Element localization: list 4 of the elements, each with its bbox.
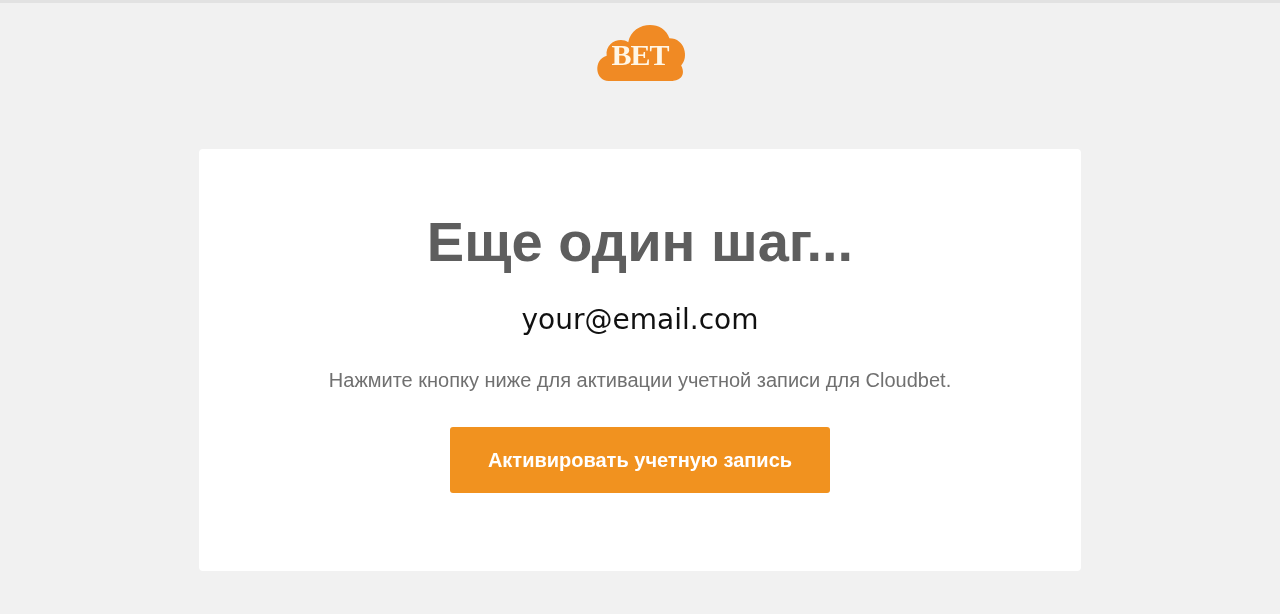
email-address: your@email.com bbox=[521, 303, 759, 337]
heading: Еще один шаг... bbox=[426, 211, 854, 273]
activate-button[interactable]: Активировать учетную запись bbox=[450, 427, 830, 493]
message: Нажмите кнопку ниже для активации учетной записи для Cloudbet. bbox=[328, 368, 952, 393]
